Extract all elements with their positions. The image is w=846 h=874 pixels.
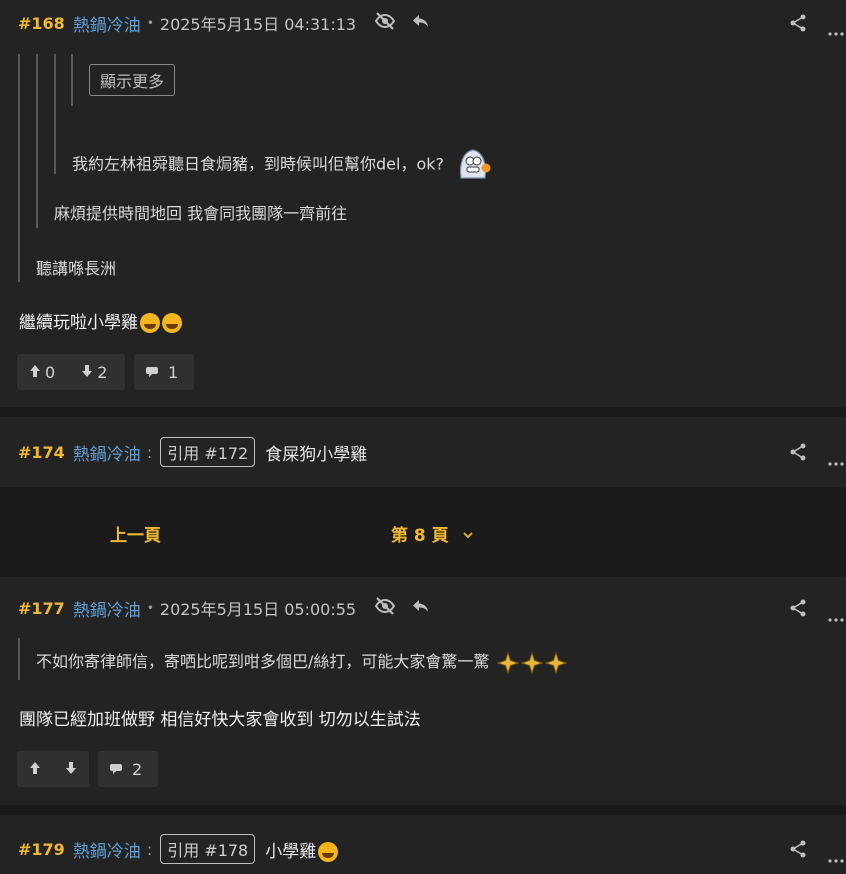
- quote-bar: [54, 54, 56, 174]
- comment-icon: [146, 363, 160, 382]
- post-inline-text-value: 小學雞: [265, 841, 317, 862]
- quote-bar: [18, 638, 20, 680]
- post-number[interactable]: #174: [18, 443, 65, 462]
- post-number[interactable]: #179: [18, 840, 65, 859]
- quote-bar: [71, 54, 73, 106]
- post-separator: [0, 407, 846, 417]
- reply-count: 2: [132, 759, 143, 779]
- timestamp: 2025年5月15日 05:00:55: [159, 600, 357, 619]
- page-selector[interactable]: 第 8 頁: [391, 521, 473, 546]
- quote-bar: [36, 54, 38, 228]
- comment-icon: [110, 760, 124, 779]
- replies-button[interactable]: 1: [134, 354, 194, 390]
- username[interactable]: 熱鍋冷油: [73, 837, 141, 862]
- rofl-emoji-icon: [162, 313, 182, 333]
- reply-icon[interactable]: [412, 13, 430, 33]
- quote-text-level3: 我約左林祖舜聽日食焗豬，到時候叫佢幫你del，ok?: [72, 146, 493, 184]
- arrow-up-icon[interactable]: [29, 363, 41, 382]
- separator-dot: •: [146, 601, 154, 615]
- post-header: #168 熱鍋冷油 • 2025年5月15日 04:31:13: [18, 11, 430, 36]
- arrow-up-icon[interactable]: [29, 760, 41, 779]
- post-header: #179 熱鍋冷油 : 引用 #178 小學雞: [18, 834, 339, 864]
- share-icon[interactable]: [790, 599, 806, 621]
- post-header: #174 熱鍋冷油 : 引用 #172 食屎狗小學雞: [18, 437, 368, 467]
- sparkle-emoji-icon: [544, 651, 567, 674]
- vote-bar: [17, 751, 89, 787]
- rofl-emoji-icon: [140, 313, 160, 333]
- reply-icon[interactable]: [412, 598, 430, 618]
- timestamp: 2025年5月15日 04:31:13: [159, 15, 357, 34]
- share-icon[interactable]: [790, 14, 806, 36]
- username[interactable]: 熱鍋冷油: [73, 11, 141, 36]
- username[interactable]: 熱鍋冷油: [73, 440, 141, 465]
- quote-reference-button[interactable]: 引用 #178: [160, 834, 256, 864]
- reply-count: 1: [168, 362, 179, 382]
- show-more-button[interactable]: 顯示更多: [89, 64, 176, 96]
- arrow-down-icon[interactable]: [81, 363, 93, 382]
- quote-text-level1: 不如你寄律師信，寄哂比呢到咁多個巴/絲打，可能大家會驚一驚: [36, 648, 567, 674]
- post-inline-text: 食屎狗小學雞: [265, 444, 368, 465]
- sticker-icon: [453, 146, 493, 184]
- quote-text-level2: 麻煩提供時間地回 我會同我團隊一齊前往: [54, 204, 348, 223]
- colon: :: [146, 839, 153, 859]
- post-body: 繼續玩啦小學雞: [19, 308, 182, 333]
- arrow-down-icon[interactable]: [65, 760, 77, 779]
- post-body-text: 繼續玩啦小學雞: [19, 313, 138, 333]
- post-body: 團隊已經加班做野 相信好快大家會收到 切勿以生試法: [19, 710, 421, 730]
- more-icon[interactable]: [828, 848, 844, 867]
- post-number[interactable]: #168: [18, 14, 65, 33]
- more-icon[interactable]: [828, 21, 844, 40]
- prev-page-link[interactable]: 上一頁: [110, 521, 161, 546]
- eye-off-icon[interactable]: [374, 12, 396, 34]
- quote-bar: [18, 54, 20, 282]
- post-header: #177 熱鍋冷油 • 2025年5月15日 05:00:55: [18, 596, 430, 621]
- quote-text-level1: 聽講喺長洲: [36, 259, 117, 278]
- separator-dot: •: [146, 16, 154, 30]
- post-separator: [0, 805, 846, 815]
- quote-text: 我約左林祖舜聽日食焗豬，到時候叫佢幫你del，ok?: [72, 154, 444, 174]
- current-page-label: 第 8 頁: [391, 526, 449, 546]
- replies-button[interactable]: 2: [98, 751, 158, 787]
- share-icon[interactable]: [790, 840, 806, 862]
- rofl-emoji-icon: [318, 841, 339, 862]
- quote-reference-button[interactable]: 引用 #172: [160, 437, 256, 467]
- post-number[interactable]: #177: [18, 599, 65, 618]
- sparkle-emoji-icon: [496, 651, 519, 674]
- more-icon[interactable]: [828, 451, 844, 470]
- more-icon[interactable]: [828, 607, 844, 626]
- upvote-count: 0: [45, 362, 56, 382]
- share-icon[interactable]: [790, 443, 806, 465]
- username[interactable]: 熱鍋冷油: [73, 596, 141, 621]
- vote-bar: 0 2: [17, 354, 125, 390]
- quote-text: 不如你寄律師信，寄哂比呢到咁多個巴/絲打，可能大家會驚一驚: [36, 652, 490, 671]
- downvote-count: 2: [97, 362, 108, 382]
- colon: :: [146, 442, 153, 462]
- eye-off-icon[interactable]: [374, 597, 396, 619]
- post-inline-text: 小學雞: [265, 837, 339, 862]
- sparkle-emoji-icon: [520, 651, 543, 674]
- chevron-down-icon: [462, 524, 473, 544]
